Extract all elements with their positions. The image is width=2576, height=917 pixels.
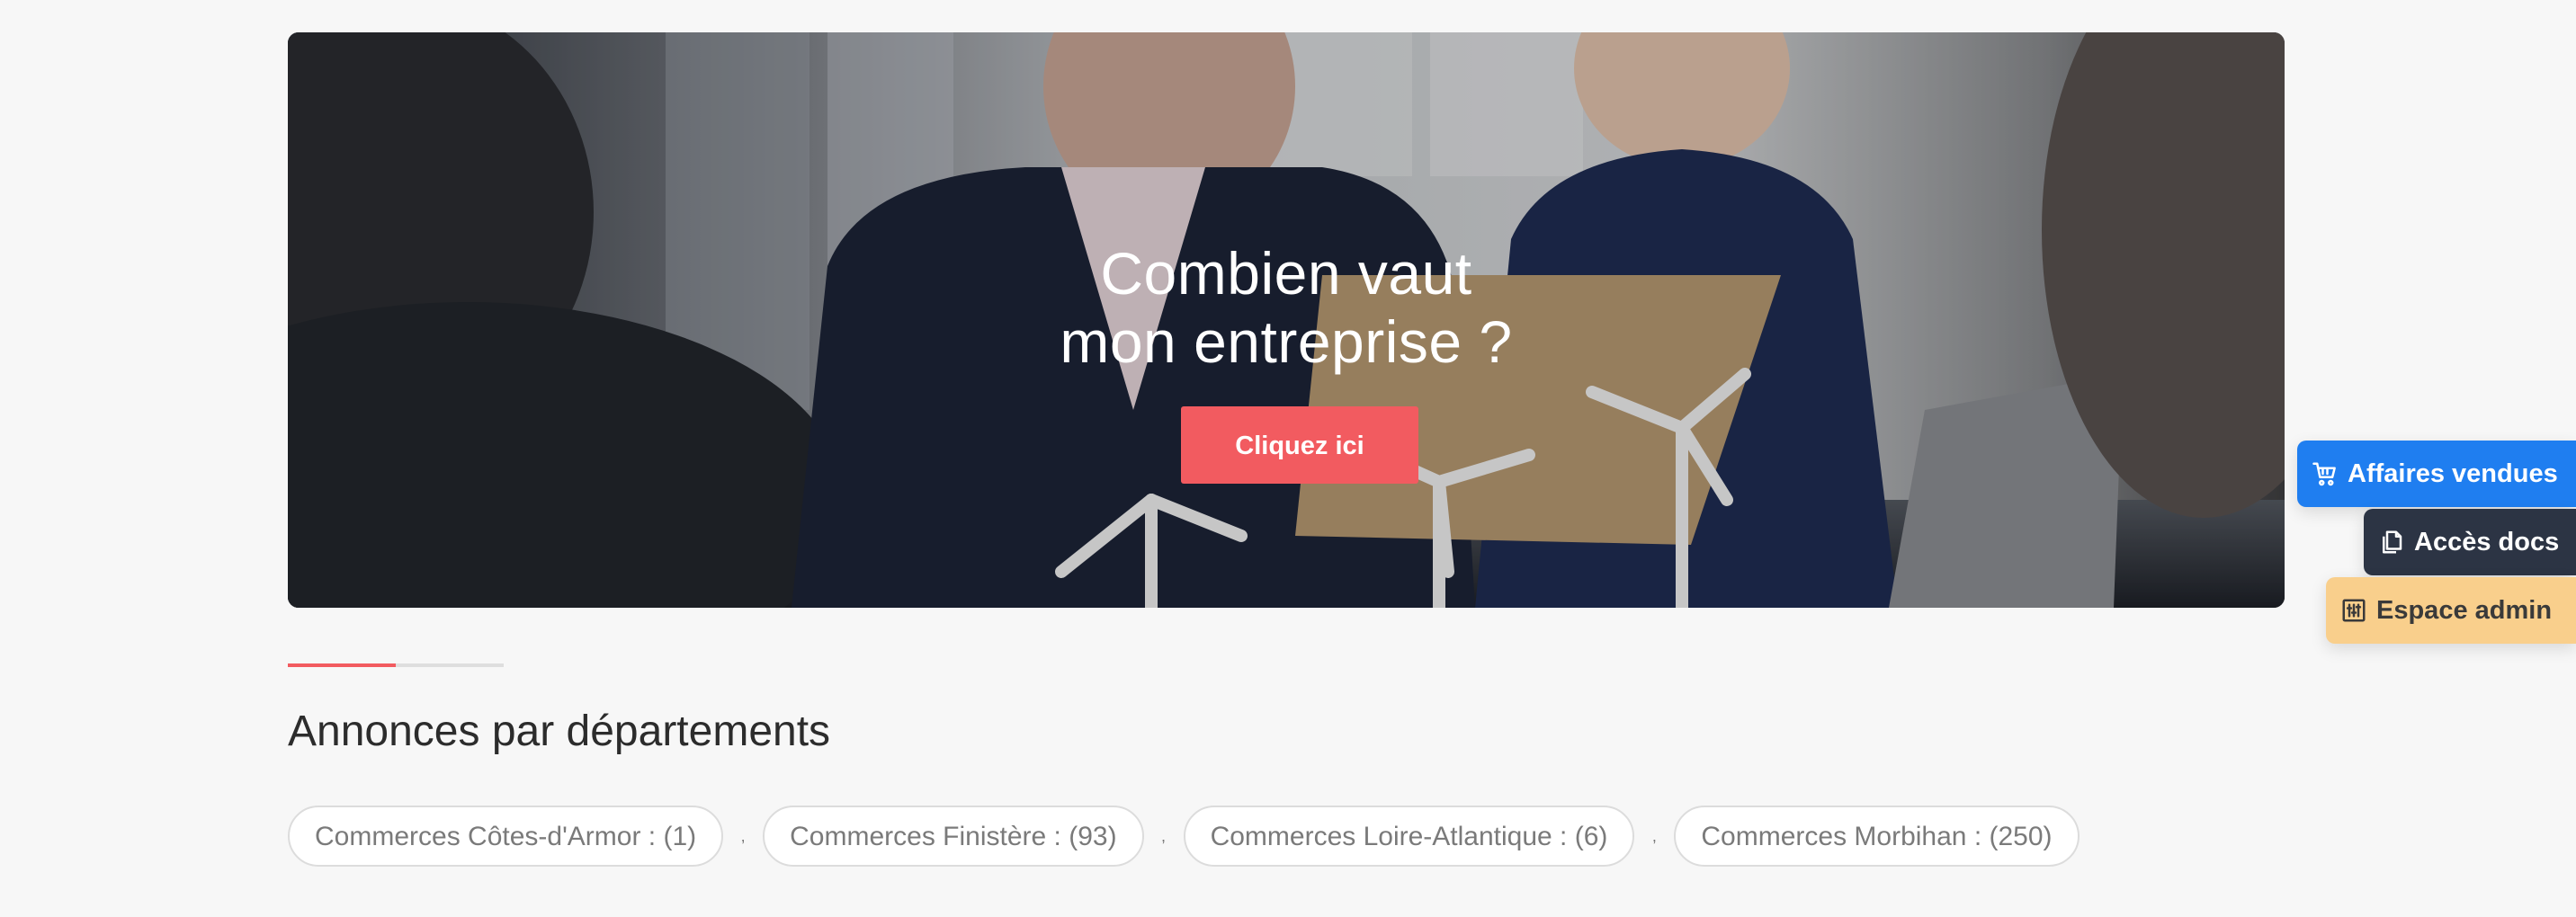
- hero-content: Combien vaut mon entreprise ? Cliquez ic…: [288, 239, 2285, 484]
- documents-icon: [2383, 530, 2402, 554]
- slider-indicator-active: [288, 663, 396, 667]
- affaires-vendues-button[interactable]: Affaires vendues: [2297, 441, 2576, 507]
- chip-loire-atlantique[interactable]: Commerces Loire-Atlantique : (6): [1183, 806, 1635, 867]
- affaires-vendues-label: Affaires vendues: [2348, 458, 2558, 488]
- department-chips: Commerces Côtes-d'Armor : (1) , Commerce…: [288, 806, 2080, 867]
- espace-admin-button[interactable]: Espace admin: [2326, 577, 2576, 644]
- page: Combien vaut mon entreprise ? Cliquez ic…: [0, 0, 2576, 917]
- chip-separator: ,: [1161, 826, 1167, 845]
- acces-docs-label: Accès docs: [2414, 527, 2560, 556]
- sliders-icon: [2342, 599, 2366, 622]
- chip-separator: ,: [740, 826, 746, 845]
- hero-banner: Combien vaut mon entreprise ? Cliquez ic…: [288, 32, 2285, 608]
- hero-title: Combien vaut mon entreprise ?: [288, 239, 2285, 376]
- espace-admin-label: Espace admin: [2376, 595, 2553, 625]
- slider-indicator: [288, 663, 504, 667]
- chip-cotes-darmor[interactable]: Commerces Côtes-d'Armor : (1): [288, 806, 724, 867]
- hero-cta-button[interactable]: Cliquez ici: [1181, 406, 1418, 484]
- chip-finistere[interactable]: Commerces Finistère : (93): [763, 806, 1144, 867]
- chip-separator: ,: [1651, 826, 1657, 845]
- chip-morbihan[interactable]: Commerces Morbihan : (250): [1674, 806, 2080, 867]
- acces-docs-button[interactable]: Accès docs: [2364, 509, 2576, 575]
- section-title: Annonces par départements: [288, 708, 831, 755]
- hero-title-line2: mon entreprise ?: [1060, 308, 1513, 375]
- hero-title-line1: Combien vaut: [1100, 240, 1472, 307]
- cart-icon: [2312, 462, 2336, 486]
